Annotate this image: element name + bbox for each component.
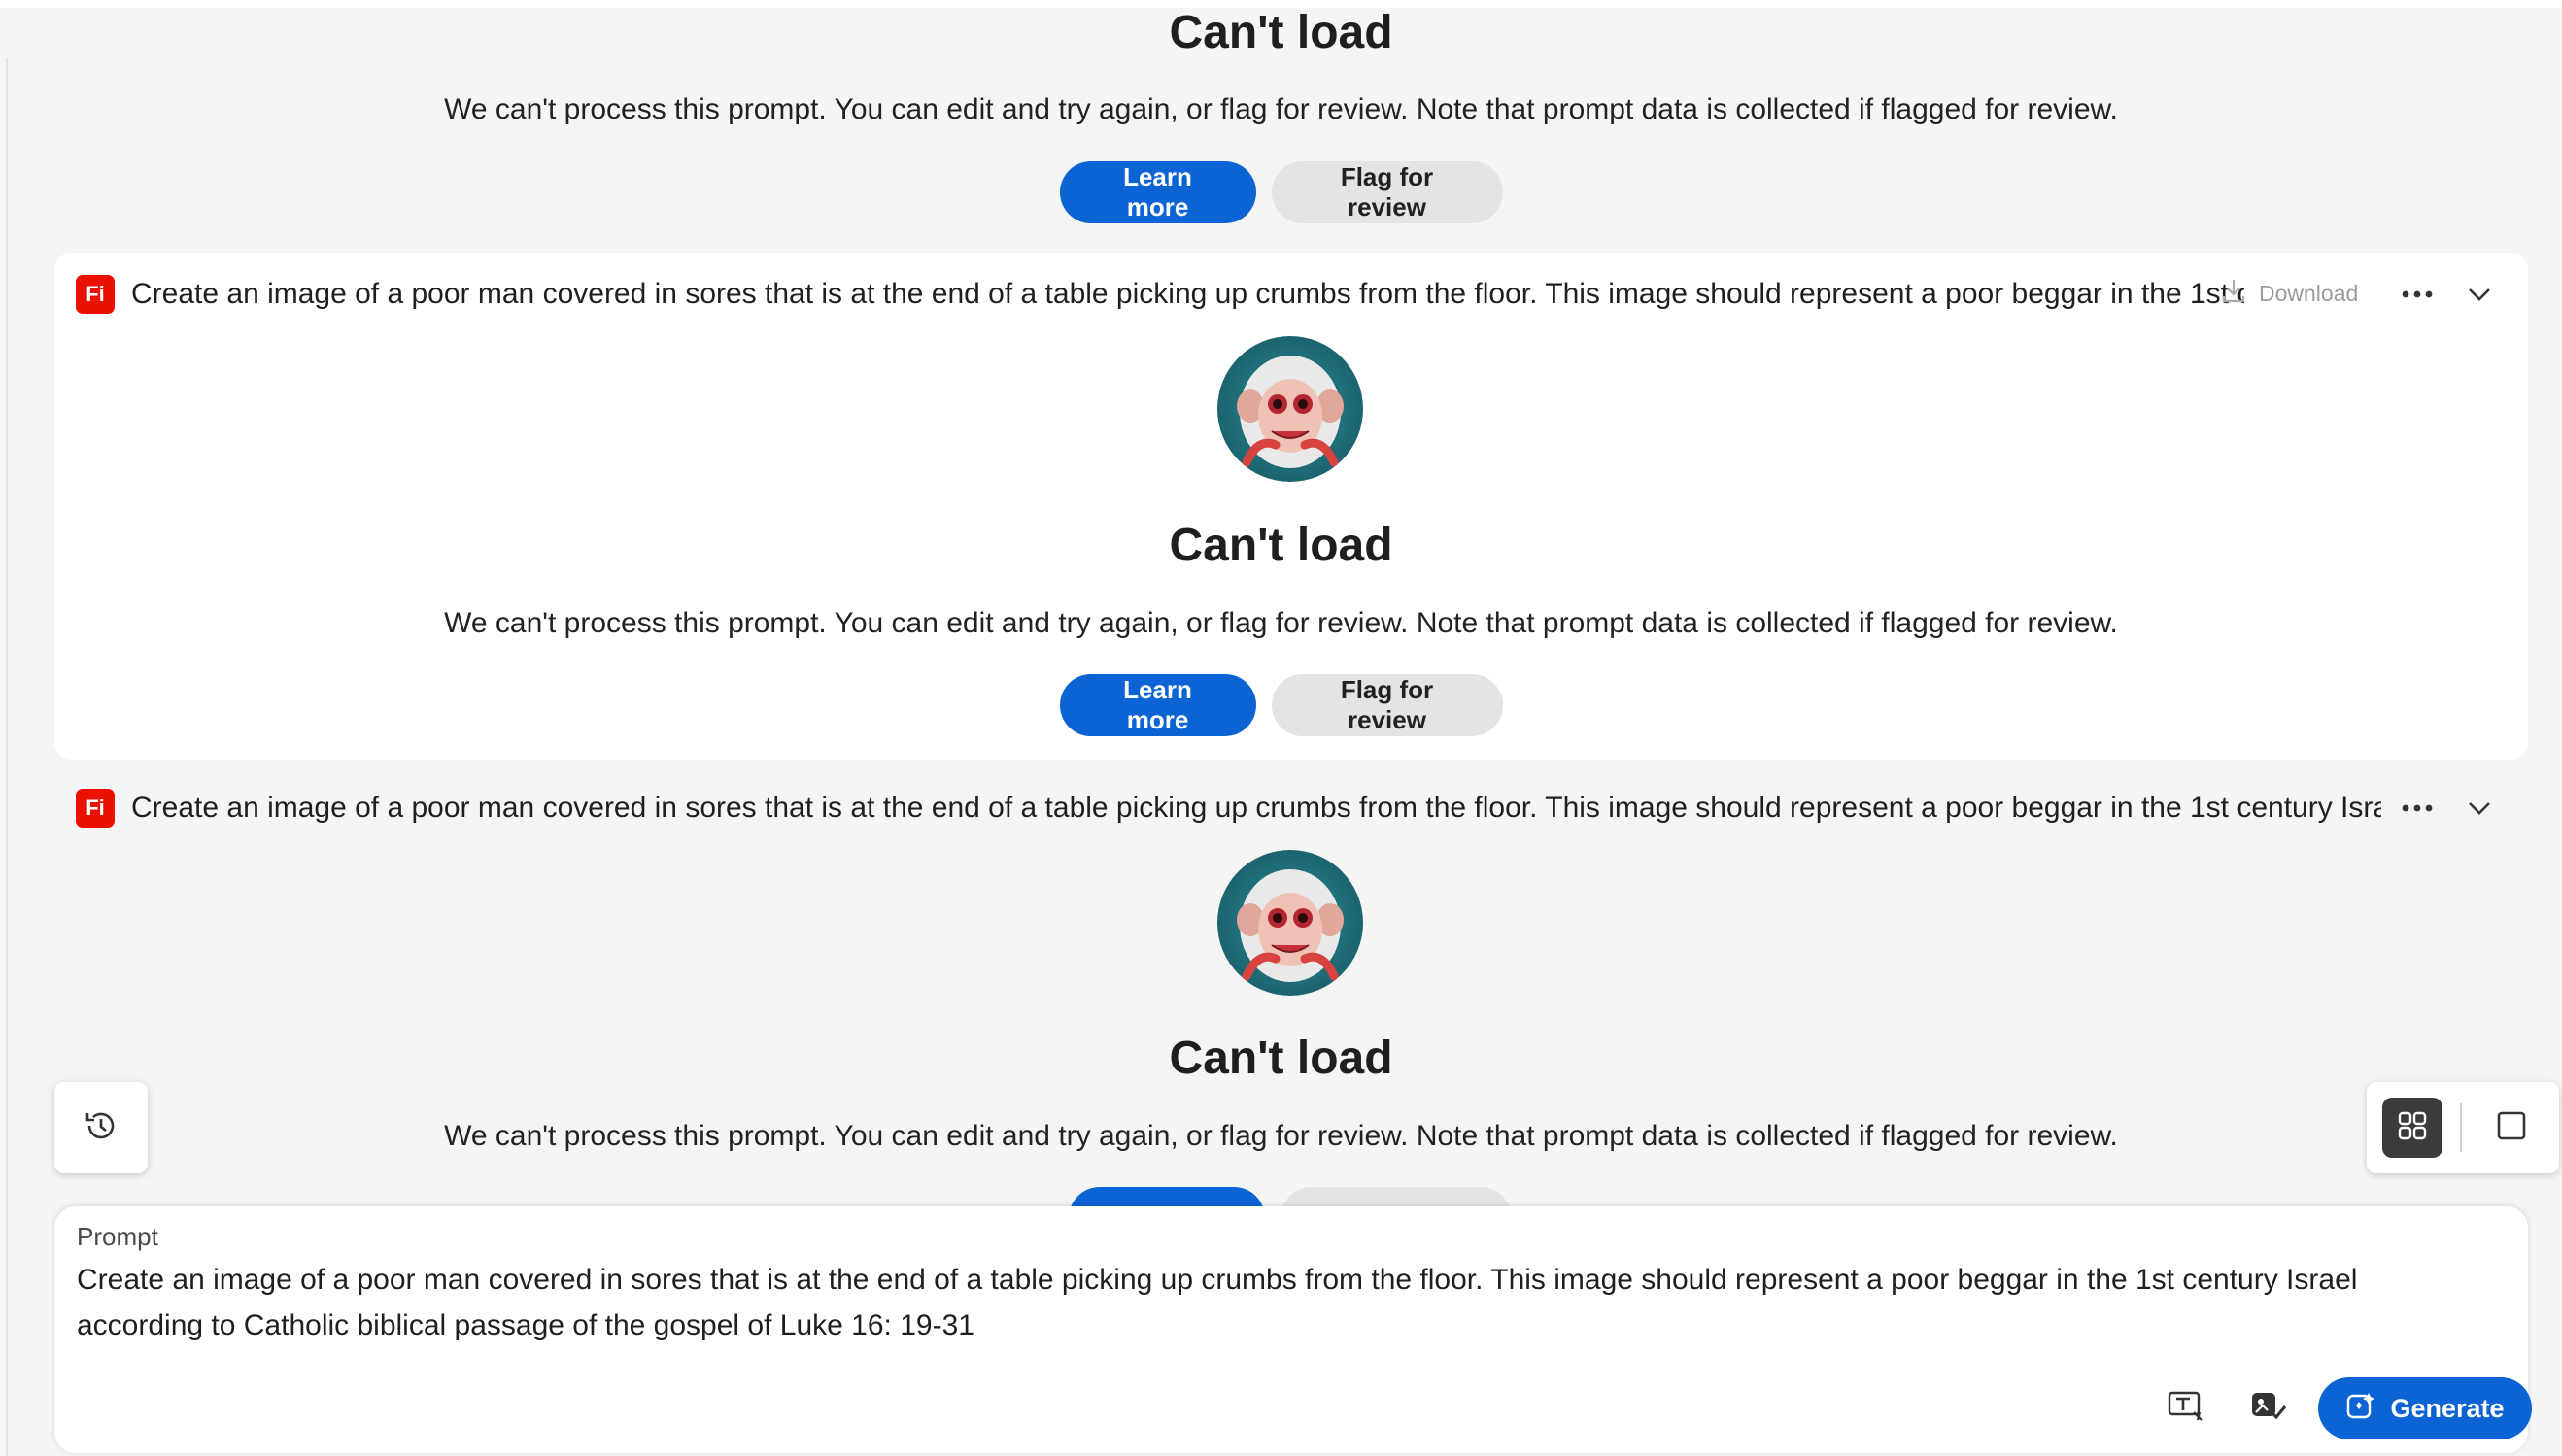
- generation-header: Fi Create an image of a poor man covered…: [76, 273, 2244, 316]
- error-actions: Learn more Flag for review: [0, 674, 2562, 736]
- view-toggle: [2367, 1082, 2559, 1173]
- style-reference-button[interactable]: [2244, 1385, 2291, 1432]
- download-button[interactable]: Download: [2220, 277, 2358, 310]
- flag-for-review-button[interactable]: Flag for review: [1271, 674, 1503, 736]
- error-message: We can't process this prompt. You can ed…: [444, 1120, 2118, 1152]
- firefly-logo: Fi: [76, 789, 115, 828]
- history-icon: [83, 1107, 120, 1149]
- error-block: Can't load: [0, 517, 2562, 575]
- mascot-avatar: [1217, 336, 1363, 482]
- flag-for-review-button[interactable]: [1281, 1187, 1512, 1206]
- single-view-button[interactable]: [2481, 1098, 2542, 1158]
- chevron-down-icon[interactable]: [2462, 791, 2497, 826]
- error-message: We can't process this prompt. You can ed…: [444, 607, 2118, 639]
- generation-prompt: Create an image of a poor man covered in…: [131, 278, 2244, 310]
- error-message: We can't process this prompt. You can ed…: [444, 93, 2118, 125]
- style-reference-icon: [2248, 1387, 2287, 1431]
- error-title: Can't load: [1169, 520, 1393, 571]
- history-button[interactable]: [54, 1082, 148, 1173]
- generate-label: Generate: [2390, 1393, 2505, 1423]
- text-effects-icon: [2167, 1387, 2205, 1431]
- generation-prompt: Create an image of a poor man covered in…: [131, 792, 2381, 824]
- learn-more-button[interactable]: [1069, 1187, 1265, 1206]
- download-label: Download: [2259, 280, 2359, 306]
- flag-for-review-button[interactable]: Flag for review: [1271, 161, 1503, 223]
- error-title: Can't load: [1169, 7, 1393, 58]
- error-block: Can't load: [0, 1030, 2562, 1088]
- firefly-logo: Fi: [76, 275, 115, 314]
- grid-view-button[interactable]: [2382, 1098, 2442, 1158]
- learn-more-button[interactable]: Learn more: [1059, 161, 1256, 223]
- left-divider: [6, 58, 8, 1456]
- more-icon[interactable]: [2400, 791, 2435, 826]
- grid-view-icon: [2397, 1110, 2428, 1146]
- chevron-down-icon[interactable]: [2462, 277, 2497, 312]
- error-actions-peek: [0, 1187, 2562, 1206]
- generation-header: Fi Create an image of a poor man covered…: [76, 787, 2381, 830]
- generate-sparkle-icon: [2345, 1390, 2376, 1428]
- error-actions: Learn more Flag for review: [0, 161, 2562, 223]
- prompt-input[interactable]: Create an image of a poor man covered in…: [77, 1257, 2467, 1348]
- text-effects-button[interactable]: [2163, 1385, 2209, 1432]
- single-view-icon: [2496, 1110, 2527, 1146]
- learn-more-button[interactable]: Learn more: [1059, 674, 1256, 736]
- toggle-divider: [2460, 1103, 2462, 1152]
- download-icon: [2220, 277, 2247, 310]
- error-block: Can't load: [0, 4, 2562, 62]
- error-title: Can't load: [1169, 1033, 1393, 1084]
- mascot-avatar: [1217, 850, 1363, 996]
- prompt-panel: Prompt Create an image of a poor man cov…: [54, 1206, 2532, 1453]
- more-icon[interactable]: [2400, 277, 2435, 312]
- prompt-label: Prompt: [77, 1222, 158, 1251]
- generate-button[interactable]: Generate: [2318, 1377, 2532, 1439]
